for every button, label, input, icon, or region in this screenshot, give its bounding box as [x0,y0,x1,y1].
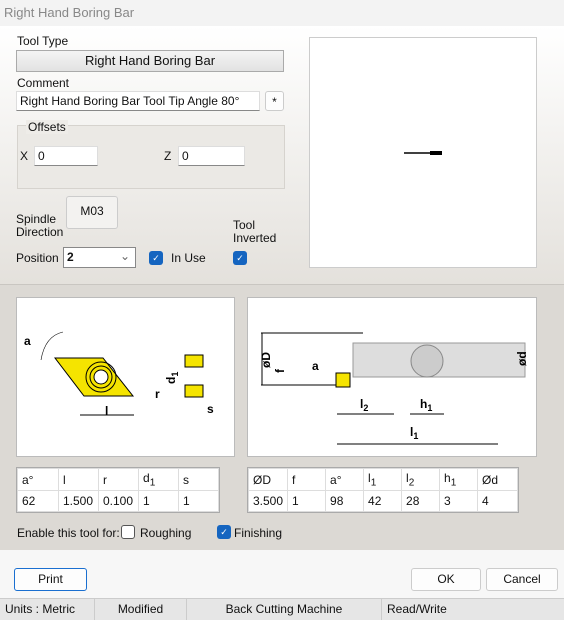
table-header: f [287,467,327,492]
table-header: d1 [138,467,179,492]
table-cell[interactable]: 4 [477,490,519,513]
in-use-checkbox[interactable]: ✓ [149,251,163,265]
table-cell[interactable]: 1 [138,490,179,513]
table-header: Ød [477,467,519,492]
status-access: Read/Write [387,602,447,616]
finishing-checkbox[interactable]: ✓ [217,525,231,539]
comment-input[interactable]: Right Hand Boring Bar Tool Tip Angle 80° [16,91,260,111]
header-text: d [143,471,150,485]
tool-inverted-checkbox[interactable]: ✓ [233,251,247,265]
bar-label-h1-sub: 1 [427,403,432,413]
header-subscript: 1 [149,477,156,489]
status-modified: Modified [95,599,187,620]
table-cell[interactable]: 3.500 [247,490,289,513]
offsets-label: Offsets [26,120,68,134]
insert-label-a: a [24,334,31,348]
title-bar: Right Hand Boring Bar [0,0,564,26]
tool-type-label: Tool Type [17,34,69,48]
insert-diagram: a r l d1 s [16,297,235,457]
bar-label-h1: h [420,397,427,411]
roughing-checkbox[interactable] [121,525,135,539]
table-header: h1 [439,467,479,492]
header-text: r [103,472,107,487]
cancel-button[interactable]: Cancel [486,568,558,591]
in-use-label: In Use [171,251,206,265]
bar-diagram: øD f a ød l2 h1 l1 [247,297,537,457]
header-text: Ød [482,472,499,487]
bar-label-D: øD [259,352,273,368]
bar-table: ØD f a° l1 l2 h1 Ød 3.500 1 98 42 28 3 4 [247,467,520,514]
offset-z-label: Z [164,149,172,163]
header-text: f [292,472,296,487]
status-units: Units : Metric [0,599,95,620]
table-header: l [58,467,99,492]
insert-label-r: r [155,387,160,401]
bar-label-l1-sub: 1 [413,431,418,441]
header-text: a° [22,472,34,487]
status-bar: Units : Metric Modified Back Cutting Mac… [0,598,564,620]
table-header: l1 [363,467,403,492]
header-text: l [63,472,66,487]
bar-label-f: f [273,368,287,373]
header-subscript: 2 [408,477,415,489]
tool-inverted-label-1: Tool [233,218,256,232]
table-cell[interactable]: 0.100 [98,490,139,513]
table-cell[interactable]: 1.500 [58,490,99,513]
header-text: ØD [253,472,271,487]
bar-label-d: ød [515,351,529,366]
table-header: s [178,467,219,492]
header-text: h [444,471,451,485]
table-cell[interactable]: 42 [363,490,403,513]
insert-table: a° l r d1 s 62 1.500 0.100 1 1 [16,467,220,514]
insert-label-l: l [105,404,108,418]
table-cell[interactable]: 3 [439,490,479,513]
bar-label-l2-sub: 2 [363,403,368,413]
offset-z-input[interactable]: 0 [178,146,245,166]
status-machine: Back Cutting Machine [187,599,382,620]
offset-x-input[interactable]: 0 [34,146,98,166]
offset-x-label: X [20,149,29,163]
table-cell[interactable]: 1 [178,490,219,513]
comment-label: Comment [17,76,70,90]
svg-text:h1: h1 [420,397,432,413]
svg-text:l2: l2 [360,397,368,413]
comment-star-button[interactable]: * [265,91,284,111]
header-text: a° [330,472,342,487]
tool-type-button[interactable]: Right Hand Boring Bar [16,50,284,72]
spindle-direction-button[interactable]: M03 [66,196,118,229]
table-header: a° [17,467,59,492]
table-header: r [98,467,139,492]
tool-preview [309,37,537,268]
insert-label-s: s [207,402,214,416]
insert-label-d1: d [164,377,178,384]
bar-label-a: a [312,359,319,373]
table-cell[interactable]: 28 [401,490,441,513]
enable-label: Enable this tool for: [17,526,120,540]
table-cell[interactable]: 62 [17,490,59,513]
table-header: ØD [247,467,289,492]
print-button[interactable]: Print [14,568,87,591]
header-subscript: 1 [450,477,457,489]
header-text: s [183,472,189,487]
position-value: 2 [67,250,74,264]
ok-button[interactable]: OK [411,568,481,591]
spindle-label-1: Spindle [16,212,57,226]
tool-preview-graphic [404,151,442,155]
header-subscript: 1 [370,477,377,489]
roughing-label: Roughing [140,526,192,540]
position-select[interactable]: 2 ⌄ [63,247,136,268]
window-title: Right Hand Boring Bar [4,5,135,20]
table-header: a° [325,467,365,492]
insert-label-d1-sub: 1 [170,372,180,377]
chevron-down-icon: ⌄ [119,249,130,263]
finishing-label: Finishing [234,526,283,540]
spindle-label-2: Direction [16,225,64,239]
svg-text:l1: l1 [410,425,418,441]
table-cell[interactable]: 1 [287,490,327,513]
position-label: Position [16,251,59,265]
svg-text:d1: d1 [164,372,180,384]
table-header: l2 [401,467,441,492]
tool-inverted-label-2: Inverted [233,231,277,245]
table-cell[interactable]: 98 [325,490,365,513]
